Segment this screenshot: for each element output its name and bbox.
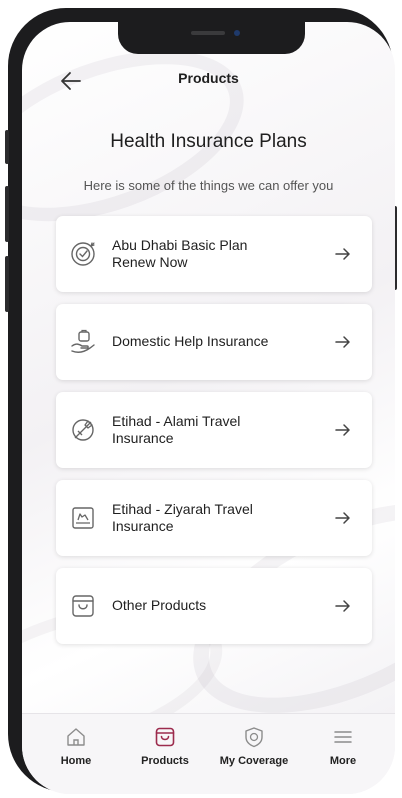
product-name: Domestic Help Insurance: [112, 333, 269, 349]
bottom-tab-bar: Home Products My Coverage More: [22, 713, 395, 794]
shield-icon: [245, 727, 263, 748]
menu-icon: [334, 731, 352, 743]
front-camera: [234, 30, 240, 36]
notch: [118, 22, 305, 54]
shopping-bag-icon: [72, 595, 94, 617]
product-name: Etihad - Ziyarah Travel: [112, 501, 253, 517]
product-card-other-products[interactable]: Other Products: [56, 568, 372, 644]
product-name-cont: Insurance: [112, 430, 174, 446]
product-card-domestic-help[interactable]: Domestic Help Insurance: [56, 304, 372, 380]
product-card-abu-dhabi-basic[interactable]: Abu Dhabi Basic Plan Renew Now: [56, 216, 372, 292]
product-label: Domestic Help Insurance: [112, 333, 322, 350]
product-name: Abu Dhabi Basic Plan: [112, 237, 248, 253]
product-name: Other Products: [112, 597, 207, 613]
side-button-mute: [5, 130, 9, 164]
section-subheading: Here is some of the things we can offer …: [83, 178, 334, 193]
target-check-icon: [71, 242, 95, 266]
product-card-etihad-alami[interactable]: Etihad - Alami Travel Insurance: [56, 392, 372, 468]
arrow-right-icon: [335, 424, 350, 436]
side-button-volume-down: [5, 256, 9, 312]
product-label: Etihad - Alami Travel Insurance: [112, 413, 322, 447]
product-label: Etihad - Ziyarah Travel Insurance: [112, 501, 322, 535]
arrow-right-icon: [335, 512, 350, 524]
arrow-right-icon: [335, 336, 350, 348]
tab-products[interactable]: Products: [120, 726, 210, 767]
product-name-cont: Insurance: [112, 518, 174, 534]
arrow-right-icon: [335, 600, 350, 612]
bag-icon: [155, 727, 175, 747]
hand-bag-icon: [71, 329, 95, 353]
speaker: [191, 31, 225, 35]
tab-home[interactable]: Home: [31, 726, 121, 767]
page-title: Products: [178, 70, 239, 86]
tab-label: Home: [60, 755, 92, 767]
tab-my-coverage[interactable]: My Coverage: [209, 726, 299, 767]
travel-document-icon: [72, 507, 94, 529]
side-button-volume-up: [5, 186, 9, 242]
product-card-etihad-ziyarah[interactable]: Etihad - Ziyarah Travel Insurance: [56, 480, 372, 556]
tab-more[interactable]: More: [298, 726, 388, 767]
home-icon: [67, 728, 85, 746]
arrow-right-icon: [335, 248, 350, 260]
section-heading: Health Insurance Plans: [110, 131, 307, 152]
product-label: Other Products: [112, 597, 322, 614]
tab-label: More: [329, 755, 357, 767]
plane-globe-icon: [72, 419, 94, 441]
product-label: Abu Dhabi Basic Plan Renew Now: [112, 237, 322, 271]
tab-label: Products: [141, 755, 189, 767]
tab-label: My Coverage: [219, 755, 289, 767]
product-action: Renew Now: [112, 254, 188, 270]
screen: Products Health Insurance Plans Here is …: [22, 22, 395, 794]
product-name: Etihad - Alami Travel: [112, 413, 241, 429]
